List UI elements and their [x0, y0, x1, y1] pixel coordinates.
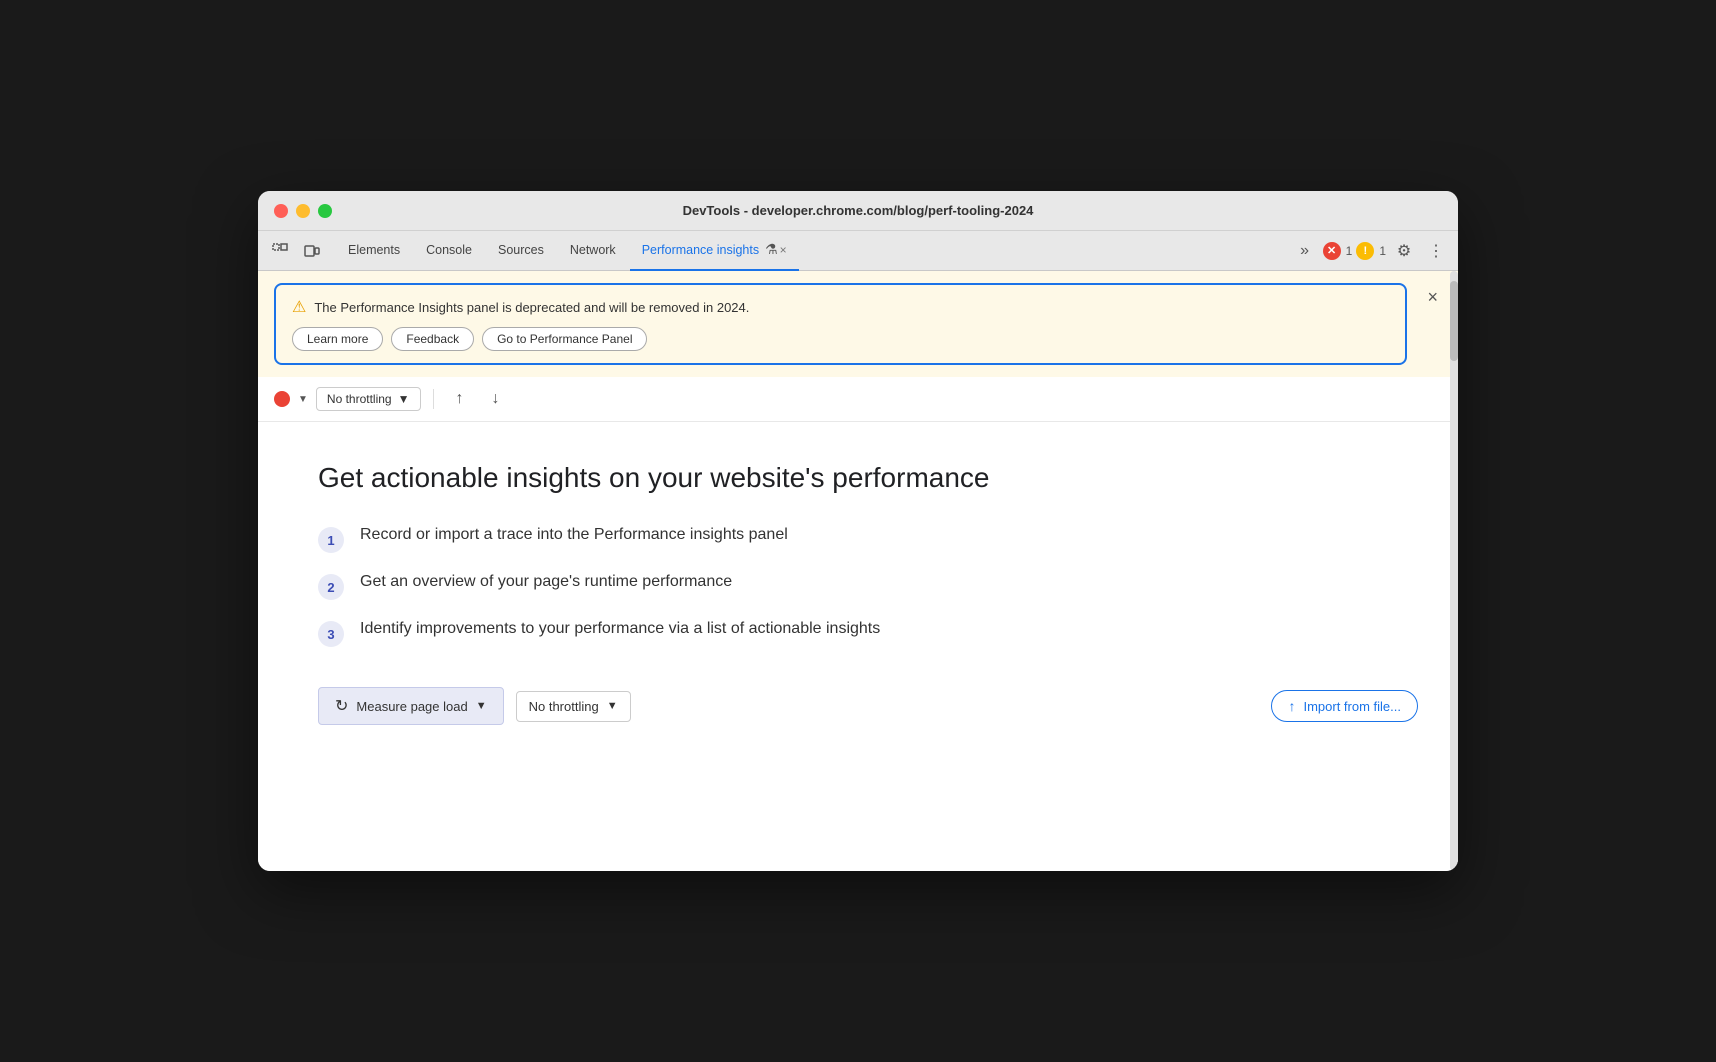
banner-warning-icon: ⚠	[292, 297, 306, 317]
record-dropdown-chevron[interactable]: ▼	[298, 394, 308, 405]
learn-more-button[interactable]: Learn more	[292, 327, 383, 351]
tab-elements[interactable]: Elements	[336, 231, 412, 271]
measure-page-load-button[interactable]: ↻ Measure page load ▼	[318, 687, 504, 725]
error-icon: ✕	[1327, 244, 1336, 257]
performance-insights-panel: ⚠ The Performance Insights panel is depr…	[258, 271, 1458, 871]
devtools-icons	[266, 237, 326, 265]
main-content: Get actionable insights on your website'…	[258, 422, 1458, 765]
window-controls	[274, 204, 332, 218]
banner-content: ⚠ The Performance Insights panel is depr…	[274, 283, 1407, 365]
step-number-2: 2	[318, 574, 344, 600]
more-options-icon[interactable]: ⋮	[1422, 237, 1450, 265]
performance-icon[interactable]: ⚗	[765, 241, 778, 258]
bottom-throttling-chevron: ▼	[607, 700, 618, 712]
deprecation-banner: ⚠ The Performance Insights panel is depr…	[258, 271, 1458, 377]
steps-list: 1 Record or import a trace into the Perf…	[318, 526, 1418, 647]
titlebar: DevTools - developer.chrome.com/blog/per…	[258, 191, 1458, 231]
banner-actions: Learn more Feedback Go to Performance Pa…	[292, 327, 1389, 351]
export-icon[interactable]: ↑	[446, 385, 474, 413]
step-item-2: 2 Get an overview of your page's runtime…	[318, 573, 1418, 600]
step-number-1: 1	[318, 527, 344, 553]
bottom-throttling-dropdown[interactable]: No throttling ▼	[516, 691, 631, 722]
window-title: DevTools - developer.chrome.com/blog/per…	[683, 203, 1034, 218]
reload-icon: ↻	[335, 696, 348, 716]
tab-right-controls: » ✕ 1 ! 1 ⚙ ⋮	[1291, 237, 1450, 265]
measure-label: Measure page load	[356, 699, 467, 714]
banner-text: The Performance Insights panel is deprec…	[314, 300, 749, 315]
throttling-dropdown[interactable]: No throttling ▼	[316, 387, 421, 411]
step-number-3: 3	[318, 621, 344, 647]
device-icon[interactable]	[298, 237, 326, 265]
banner-close-icon: ×	[1427, 287, 1438, 308]
inspect-icon[interactable]	[266, 237, 294, 265]
warning-badge-group: ! 1	[1356, 242, 1386, 260]
panel-wrapper: ⚠ The Performance Insights panel is depr…	[258, 271, 1458, 871]
record-button[interactable]	[274, 391, 290, 407]
close-button[interactable]	[274, 204, 288, 218]
import-from-file-button[interactable]: ↑ Import from file...	[1271, 690, 1418, 722]
close-tab-icon[interactable]: ×	[780, 243, 787, 257]
panel-toolbar: ▼ No throttling ▼ ↑ ↓	[258, 377, 1458, 422]
warning-count: 1	[1379, 244, 1386, 258]
warning-icon: !	[1363, 245, 1367, 257]
warning-badge: !	[1356, 242, 1374, 260]
main-title: Get actionable insights on your website'…	[318, 462, 1418, 494]
maximize-button[interactable]	[318, 204, 332, 218]
step-item-1: 1 Record or import a trace into the Perf…	[318, 526, 1418, 553]
step-text-2: Get an overview of your page's runtime p…	[360, 573, 732, 591]
measure-chevron-icon: ▼	[476, 700, 487, 712]
import-label: Import from file...	[1303, 699, 1401, 714]
bottom-throttling-label: No throttling	[529, 699, 599, 714]
tabbar: Elements Console Sources Network Perform…	[258, 231, 1458, 271]
go-to-performance-button[interactable]: Go to Performance Panel	[482, 327, 647, 351]
import-icon[interactable]: ↓	[482, 385, 510, 413]
toolbar-separator	[433, 389, 434, 409]
step-text-1: Record or import a trace into the Perfor…	[360, 526, 788, 544]
banner-close-button[interactable]: ×	[1423, 283, 1442, 312]
step-text-3: Identify improvements to your performanc…	[360, 620, 880, 638]
bottom-controls: ↻ Measure page load ▼ No throttling ▼ ↑ …	[318, 687, 1418, 725]
import-upload-icon: ↑	[1288, 698, 1295, 714]
more-tabs-icon[interactable]: »	[1291, 237, 1319, 265]
scrollbar[interactable]	[1450, 271, 1458, 871]
devtools-window: DevTools - developer.chrome.com/blog/per…	[258, 191, 1458, 871]
tab-sources[interactable]: Sources	[486, 231, 556, 271]
error-badge: ✕	[1323, 242, 1341, 260]
banner-message: ⚠ The Performance Insights panel is depr…	[292, 297, 1389, 317]
feedback-button[interactable]: Feedback	[391, 327, 474, 351]
step-item-3: 3 Identify improvements to your performa…	[318, 620, 1418, 647]
minimize-button[interactable]	[296, 204, 310, 218]
scrollbar-thumb[interactable]	[1450, 281, 1458, 361]
settings-icon[interactable]: ⚙	[1390, 237, 1418, 265]
tab-console[interactable]: Console	[414, 231, 484, 271]
error-badge-group: ✕ 1	[1323, 242, 1353, 260]
tab-performance-insights[interactable]: Performance insights ⚗ ×	[630, 231, 799, 271]
throttling-chevron-icon: ▼	[398, 392, 410, 406]
error-count: 1	[1346, 244, 1353, 258]
tab-network[interactable]: Network	[558, 231, 628, 271]
